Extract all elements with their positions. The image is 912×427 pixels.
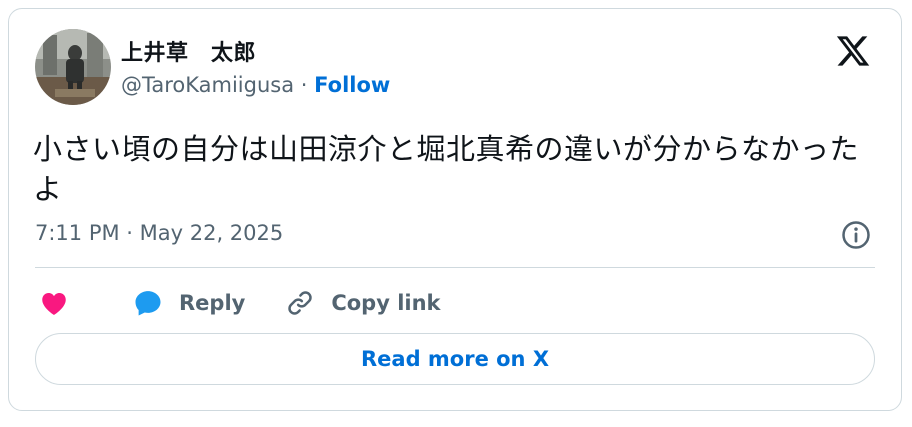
reply-bubble-icon [135,291,161,316]
divider [35,267,875,268]
copy-link-label: Copy link [331,291,441,315]
x-logo-icon[interactable] [835,33,871,69]
copy-link-button[interactable]: Copy link [285,288,441,318]
like-button[interactable] [39,288,69,318]
avatar-image [35,29,111,105]
tweet-timestamp[interactable]: 7:11 PM · May 22, 2025 [35,221,283,245]
follow-link[interactable]: Follow [314,73,390,97]
author-display-name[interactable]: 上井草 太郎 [121,35,256,67]
embedded-tweet-card: 上井草 太郎 @TaroKamiigusa · Follow 小さい頃の自分は山… [8,8,902,411]
reply-button[interactable]: Reply [133,288,245,318]
author-handle[interactable]: @TaroKamiigusa [121,73,294,97]
link-icon [288,291,313,315]
reply-label: Reply [179,291,246,315]
handle-separator: · [300,73,308,97]
tweet-actions: Reply Copy link [39,285,441,321]
read-more-button[interactable]: Read more on X [35,333,875,385]
author-handle-line: @TaroKamiigusa · Follow [121,73,390,97]
heart-icon [42,293,66,315]
tweet-text: 小さい頃の自分は山田涼介と堀北真希の違いが分からなかったよ [33,132,860,206]
avatar[interactable] [35,29,111,105]
info-icon[interactable] [841,220,871,250]
